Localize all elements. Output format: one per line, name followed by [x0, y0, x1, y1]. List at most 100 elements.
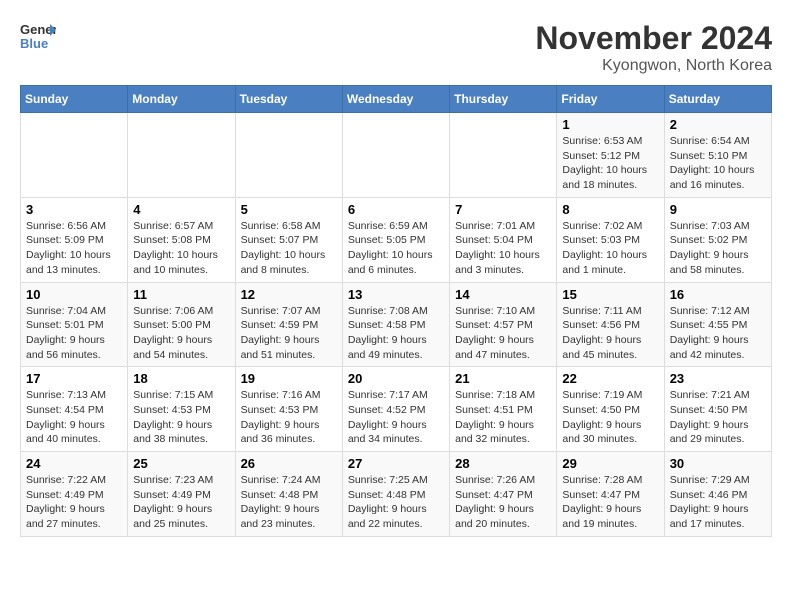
day-number: 27 [348, 456, 444, 471]
calendar-cell [128, 113, 235, 198]
calendar-cell: 7 Sunrise: 7:01 AMSunset: 5:04 PMDaylight… [450, 197, 557, 282]
day-info: Sunrise: 6:56 AMSunset: 5:09 PMDaylight:… [26, 219, 122, 278]
day-info: Sunrise: 7:22 AMSunset: 4:49 PMDaylight:… [26, 473, 122, 532]
day-number: 21 [455, 371, 551, 386]
calendar-cell [342, 113, 449, 198]
day-info: Sunrise: 7:16 AMSunset: 4:53 PMDaylight:… [241, 388, 337, 447]
day-header-thursday: Thursday [450, 86, 557, 113]
calendar-cell: 15 Sunrise: 7:11 AMSunset: 4:56 PMDayligh… [557, 282, 664, 367]
day-number: 23 [670, 371, 766, 386]
day-number: 24 [26, 456, 122, 471]
day-info: Sunrise: 6:54 AMSunset: 5:10 PMDaylight:… [670, 134, 766, 193]
location: Kyongwon, North Korea [535, 57, 772, 75]
day-info: Sunrise: 7:23 AMSunset: 4:49 PMDaylight:… [133, 473, 229, 532]
calendar-cell: 6 Sunrise: 6:59 AMSunset: 5:05 PMDaylight… [342, 197, 449, 282]
day-number: 12 [241, 287, 337, 302]
day-info: Sunrise: 7:08 AMSunset: 4:58 PMDaylight:… [348, 304, 444, 363]
day-number: 7 [455, 202, 551, 217]
calendar-week-row: 1 Sunrise: 6:53 AMSunset: 5:12 PMDaylight… [21, 113, 772, 198]
day-number: 4 [133, 202, 229, 217]
title-area: November 2024 Kyongwon, North Korea [535, 20, 772, 75]
calendar-cell: 1 Sunrise: 6:53 AMSunset: 5:12 PMDaylight… [557, 113, 664, 198]
day-number: 15 [562, 287, 658, 302]
calendar-cell: 3Sunrise: 6:56 AMSunset: 5:09 PMDaylight… [21, 197, 128, 282]
calendar-cell: 9 Sunrise: 7:03 AMSunset: 5:02 PMDaylight… [664, 197, 771, 282]
day-info: Sunrise: 7:26 AMSunset: 4:47 PMDaylight:… [455, 473, 551, 532]
calendar-cell: 12 Sunrise: 7:07 AMSunset: 4:59 PMDayligh… [235, 282, 342, 367]
calendar-cell: 25 Sunrise: 7:23 AMSunset: 4:49 PMDayligh… [128, 452, 235, 537]
calendar-cell: 23 Sunrise: 7:21 AMSunset: 4:50 PMDayligh… [664, 367, 771, 452]
calendar-cell: 21 Sunrise: 7:18 AMSunset: 4:51 PMDayligh… [450, 367, 557, 452]
day-info: Sunrise: 6:59 AMSunset: 5:05 PMDaylight:… [348, 219, 444, 278]
calendar-cell [21, 113, 128, 198]
day-info: Sunrise: 7:10 AMSunset: 4:57 PMDaylight:… [455, 304, 551, 363]
day-number: 16 [670, 287, 766, 302]
calendar-week-row: 10 Sunrise: 7:04 AMSunset: 5:01 PMDayligh… [21, 282, 772, 367]
calendar-cell: 4 Sunrise: 6:57 AMSunset: 5:08 PMDaylight… [128, 197, 235, 282]
day-number: 1 [562, 117, 658, 132]
calendar-cell: 14 Sunrise: 7:10 AMSunset: 4:57 PMDayligh… [450, 282, 557, 367]
day-header-wednesday: Wednesday [342, 86, 449, 113]
day-number: 2 [670, 117, 766, 132]
day-header-saturday: Saturday [664, 86, 771, 113]
day-info: Sunrise: 7:01 AMSunset: 5:04 PMDaylight:… [455, 219, 551, 278]
calendar-week-row: 3Sunrise: 6:56 AMSunset: 5:09 PMDaylight… [21, 197, 772, 282]
day-info: Sunrise: 7:28 AMSunset: 4:47 PMDaylight:… [562, 473, 658, 532]
calendar-cell: 29Sunrise: 7:28 AMSunset: 4:47 PMDayligh… [557, 452, 664, 537]
logo-svg: General Blue [20, 20, 56, 56]
day-info: Sunrise: 7:24 AMSunset: 4:48 PMDaylight:… [241, 473, 337, 532]
svg-text:Blue: Blue [20, 36, 48, 51]
calendar-cell: 30 Sunrise: 7:29 AMSunset: 4:46 PMDayligh… [664, 452, 771, 537]
day-info: Sunrise: 7:17 AMSunset: 4:52 PMDaylight:… [348, 388, 444, 447]
day-info: Sunrise: 7:07 AMSunset: 4:59 PMDaylight:… [241, 304, 337, 363]
calendar-cell: 28 Sunrise: 7:26 AMSunset: 4:47 PMDayligh… [450, 452, 557, 537]
day-info: Sunrise: 7:13 AMSunset: 4:54 PMDaylight:… [26, 388, 122, 447]
day-header-monday: Monday [128, 86, 235, 113]
calendar-cell: 10 Sunrise: 7:04 AMSunset: 5:01 PMDayligh… [21, 282, 128, 367]
day-info: Sunrise: 7:18 AMSunset: 4:51 PMDaylight:… [455, 388, 551, 447]
day-number: 14 [455, 287, 551, 302]
header: General Blue November 2024 Kyongwon, Nor… [20, 20, 772, 75]
day-number: 28 [455, 456, 551, 471]
day-header-sunday: Sunday [21, 86, 128, 113]
calendar-cell: 16 Sunrise: 7:12 AMSunset: 4:55 PMDayligh… [664, 282, 771, 367]
day-info: Sunrise: 7:03 AMSunset: 5:02 PMDaylight:… [670, 219, 766, 278]
day-number: 22 [562, 371, 658, 386]
day-number: 9 [670, 202, 766, 217]
calendar-cell: 13 Sunrise: 7:08 AMSunset: 4:58 PMDayligh… [342, 282, 449, 367]
day-info: Sunrise: 7:11 AMSunset: 4:56 PMDaylight:… [562, 304, 658, 363]
calendar-cell: 8Sunrise: 7:02 AMSunset: 5:03 PMDaylight… [557, 197, 664, 282]
day-info: Sunrise: 7:06 AMSunset: 5:00 PMDaylight:… [133, 304, 229, 363]
day-info: Sunrise: 7:29 AMSunset: 4:46 PMDaylight:… [670, 473, 766, 532]
day-info: Sunrise: 7:19 AMSunset: 4:50 PMDaylight:… [562, 388, 658, 447]
day-header-tuesday: Tuesday [235, 86, 342, 113]
day-number: 5 [241, 202, 337, 217]
calendar-table: SundayMondayTuesdayWednesdayThursdayFrid… [20, 85, 772, 537]
calendar-week-row: 17Sunrise: 7:13 AMSunset: 4:54 PMDayligh… [21, 367, 772, 452]
calendar-cell [450, 113, 557, 198]
day-info: Sunrise: 7:21 AMSunset: 4:50 PMDaylight:… [670, 388, 766, 447]
day-info: Sunrise: 6:53 AMSunset: 5:12 PMDaylight:… [562, 134, 658, 193]
day-number: 10 [26, 287, 122, 302]
calendar-cell: 19Sunrise: 7:16 AMSunset: 4:53 PMDayligh… [235, 367, 342, 452]
logo: General Blue [20, 20, 56, 56]
calendar-cell: 27Sunrise: 7:25 AMSunset: 4:48 PMDayligh… [342, 452, 449, 537]
day-number: 11 [133, 287, 229, 302]
day-info: Sunrise: 7:12 AMSunset: 4:55 PMDaylight:… [670, 304, 766, 363]
day-number: 6 [348, 202, 444, 217]
day-number: 30 [670, 456, 766, 471]
month-title: November 2024 [535, 20, 772, 57]
calendar-cell: 24 Sunrise: 7:22 AMSunset: 4:49 PMDayligh… [21, 452, 128, 537]
calendar-cell: 11 Sunrise: 7:06 AMSunset: 5:00 PMDayligh… [128, 282, 235, 367]
day-info: Sunrise: 6:57 AMSunset: 5:08 PMDaylight:… [133, 219, 229, 278]
calendar-cell: 26Sunrise: 7:24 AMSunset: 4:48 PMDayligh… [235, 452, 342, 537]
day-number: 20 [348, 371, 444, 386]
day-info: Sunrise: 7:04 AMSunset: 5:01 PMDaylight:… [26, 304, 122, 363]
calendar-week-row: 24 Sunrise: 7:22 AMSunset: 4:49 PMDayligh… [21, 452, 772, 537]
day-info: Sunrise: 7:02 AMSunset: 5:03 PMDaylight:… [562, 219, 658, 278]
day-info: Sunrise: 7:15 AMSunset: 4:53 PMDaylight:… [133, 388, 229, 447]
day-number: 13 [348, 287, 444, 302]
calendar-cell: 17Sunrise: 7:13 AMSunset: 4:54 PMDayligh… [21, 367, 128, 452]
day-header-friday: Friday [557, 86, 664, 113]
day-number: 25 [133, 456, 229, 471]
